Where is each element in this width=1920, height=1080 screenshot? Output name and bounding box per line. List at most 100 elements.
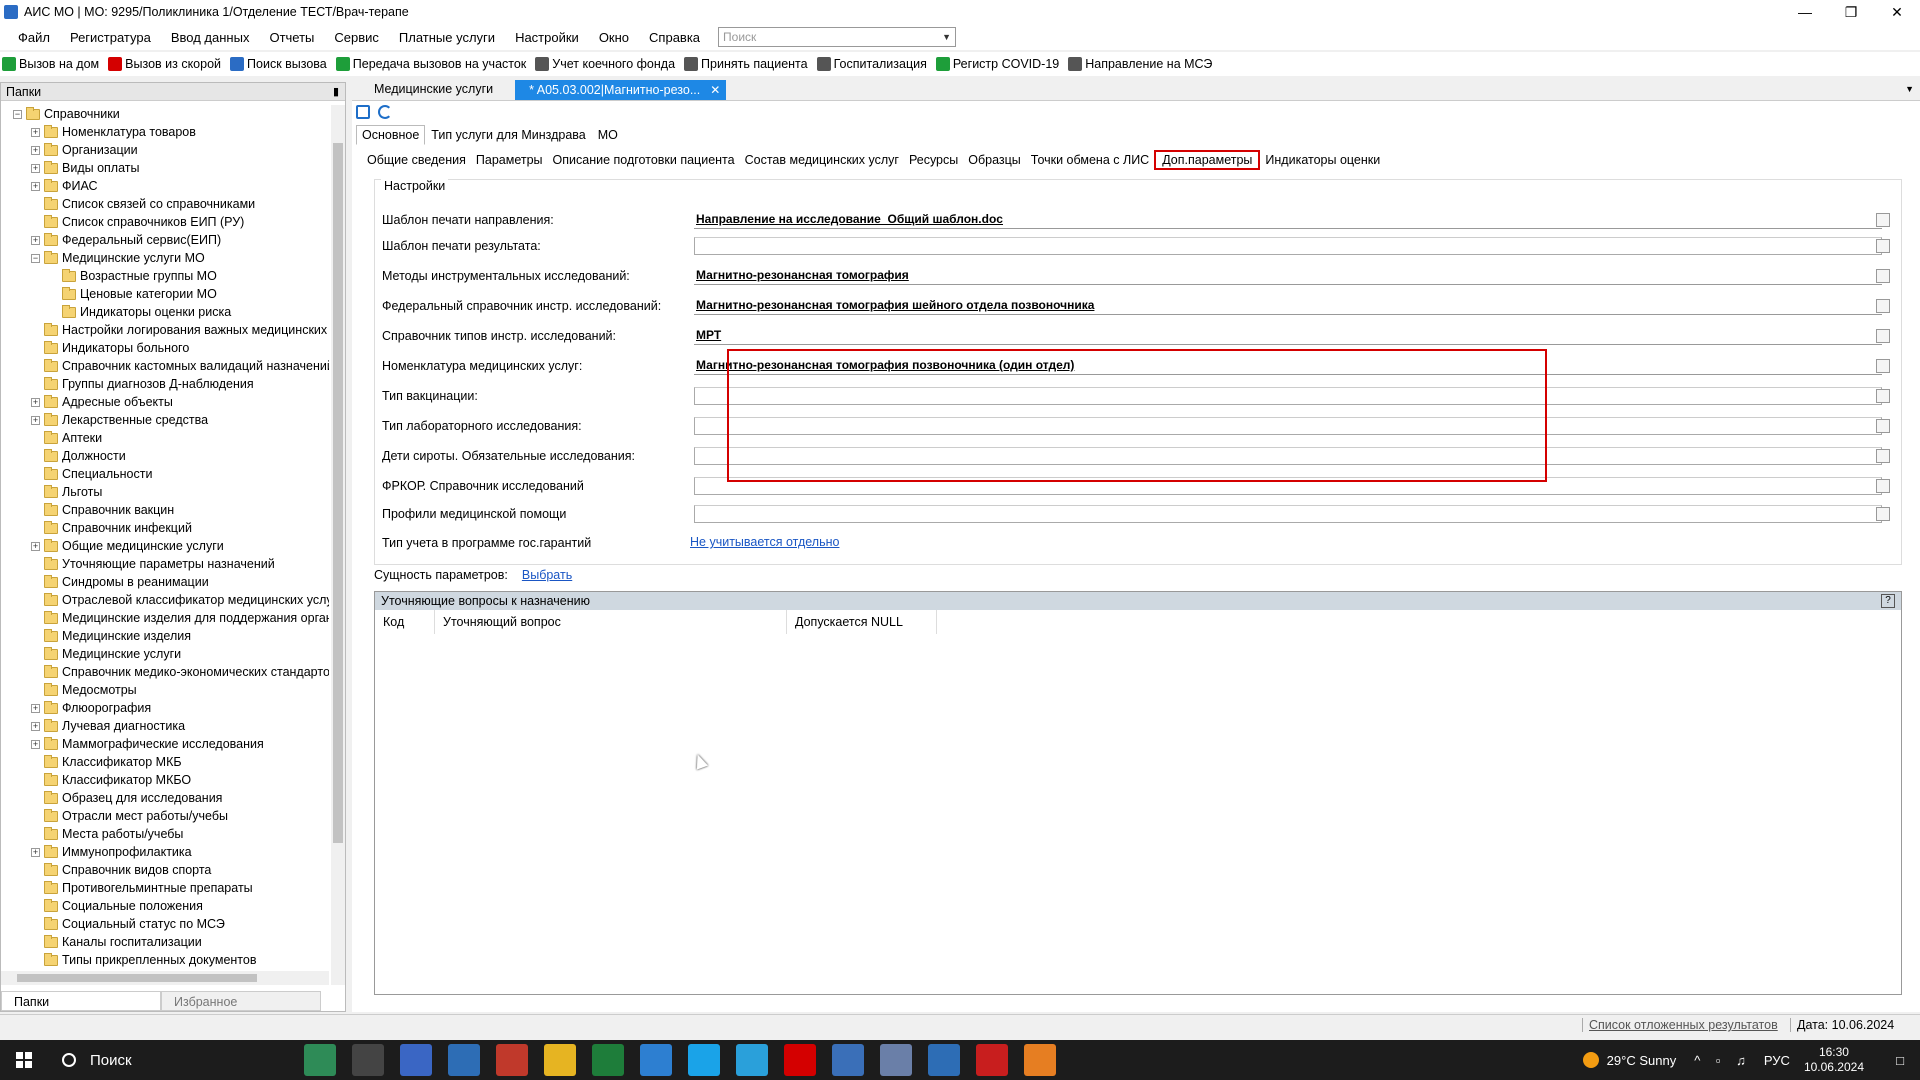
- clock[interactable]: 16:30 10.06.2024: [1804, 1045, 1864, 1075]
- tree-node[interactable]: + Общие медицинские услуги: [31, 537, 224, 555]
- menu-item-1[interactable]: Регистратура: [60, 30, 161, 45]
- pin-icon[interactable]: ▮: [333, 85, 339, 98]
- tree-node[interactable]: Синдромы в реанимации: [31, 573, 209, 591]
- tree-node[interactable]: + Федеральный сервис(ЕИП): [31, 231, 221, 249]
- app-icon-ais[interactable]: [400, 1044, 432, 1076]
- notification-icon[interactable]: □: [1880, 1053, 1920, 1068]
- menu-item-0[interactable]: Файл: [8, 30, 60, 45]
- tree-node[interactable]: + Иммунопрофилактика: [31, 843, 192, 861]
- chevron-down-icon[interactable]: ▼: [942, 32, 951, 42]
- col-null[interactable]: Допускается NULL: [787, 610, 937, 634]
- toolbar-button-8[interactable]: Направление на МСЭ: [1068, 57, 1212, 71]
- tree-node[interactable]: Ценовые категории МО: [49, 285, 217, 303]
- tree-node[interactable]: + Лекарственные средства: [31, 411, 208, 429]
- close-button[interactable]: ✕: [1874, 0, 1920, 24]
- menu-item-8[interactable]: Справка: [639, 30, 710, 45]
- excel-icon[interactable]: [592, 1044, 624, 1076]
- tree-node[interactable]: + Организации: [31, 141, 138, 159]
- col-question[interactable]: Уточняющий вопрос: [435, 610, 787, 634]
- tree-node[interactable]: − Справочники: [13, 105, 120, 123]
- tree-node[interactable]: + Лучевая диагностика: [31, 717, 185, 735]
- sub-tab-7[interactable]: Доп.параметры: [1154, 150, 1261, 170]
- toolbar-button-0[interactable]: Вызов на дом: [2, 57, 99, 71]
- tree-node[interactable]: Медицинские изделия: [31, 627, 191, 645]
- tree-node[interactable]: Индикаторы больного: [31, 339, 189, 357]
- sub-tab-4[interactable]: Ресурсы: [904, 151, 963, 169]
- field-value[interactable]: Магнитно-резонансная томография шейного …: [694, 297, 1882, 315]
- expand-toggle-icon[interactable]: +: [31, 235, 40, 245]
- toolbar-button-5[interactable]: Принять пациента: [684, 57, 808, 71]
- close-tab-icon[interactable]: ✕: [710, 83, 720, 97]
- expand-toggle-icon[interactable]: +: [31, 721, 40, 731]
- tree-node[interactable]: Настройки логирования важных медицинских…: [31, 321, 329, 339]
- toolbar-button-3[interactable]: Передача вызовов на участок: [335, 57, 526, 71]
- tree-node[interactable]: Медицинские услуги: [31, 645, 181, 663]
- expand-toggle-icon[interactable]: +: [31, 181, 40, 191]
- field-value[interactable]: [694, 505, 1882, 523]
- field-value[interactable]: [694, 237, 1882, 255]
- field-select-button[interactable]: [1876, 449, 1890, 463]
- tree-node[interactable]: − Медицинские услуги МО: [31, 249, 205, 267]
- minimize-button[interactable]: —: [1782, 0, 1828, 24]
- expand-toggle-icon[interactable]: −: [13, 109, 22, 119]
- tab-folders[interactable]: Папки: [1, 991, 161, 1011]
- tree-node[interactable]: Справочник вакцин: [31, 501, 174, 519]
- start-button[interactable]: [0, 1040, 48, 1080]
- toolbar-button-6[interactable]: Госпитализация: [816, 57, 927, 71]
- tree-node[interactable]: Справочник инфекций: [31, 519, 192, 537]
- deferred-results-link[interactable]: Список отложенных результатов: [1582, 1018, 1778, 1032]
- field-select-button[interactable]: [1876, 359, 1890, 373]
- tree-node[interactable]: Справочник кастомных валидаций назначени…: [31, 357, 329, 375]
- tree-node[interactable]: + Виды оплаты: [31, 159, 139, 177]
- tree-node[interactable]: Специальности: [31, 465, 152, 483]
- top-tab-1[interactable]: Тип услуги для Минздрава: [425, 125, 591, 145]
- tree-node[interactable]: Медицинские изделия для поддержания орга…: [31, 609, 329, 627]
- gos-value-link[interactable]: Не учитывается отдельно: [690, 535, 839, 549]
- app-icon-scenery[interactable]: [304, 1044, 336, 1076]
- tree-node[interactable]: Индикаторы оценки риска: [49, 303, 231, 321]
- entity-select-link[interactable]: Выбрать: [522, 568, 572, 582]
- field-select-button[interactable]: [1876, 329, 1890, 343]
- tree-horizontal-scrollbar[interactable]: [1, 971, 329, 985]
- calculator-icon[interactable]: [448, 1044, 480, 1076]
- doc-tab-active[interactable]: * A05.03.002|Магнитно-резо... ✕: [515, 80, 727, 100]
- expand-toggle-icon[interactable]: +: [31, 127, 40, 137]
- tree-node[interactable]: Медосмотры: [31, 681, 137, 699]
- expand-toggle-icon[interactable]: +: [31, 703, 40, 713]
- app-icon-windows[interactable]: [880, 1044, 912, 1076]
- tree-node[interactable]: Список связей со справочниками: [31, 195, 255, 213]
- expand-toggle-icon[interactable]: +: [31, 847, 40, 857]
- sub-tab-3[interactable]: Состав медицинских услуг: [740, 151, 904, 169]
- tree-node[interactable]: Места работы/учебы: [31, 825, 183, 843]
- tree-node[interactable]: Группы диагнозов Д-наблюдения: [31, 375, 254, 393]
- tree-node[interactable]: Справочник медико-экономических стандарт…: [31, 663, 329, 681]
- toolbar-button-7[interactable]: Регистр COVID-19: [935, 57, 1059, 71]
- taskbar-search[interactable]: Поиск: [48, 1040, 264, 1080]
- field-select-button[interactable]: [1876, 479, 1890, 493]
- pdf-icon[interactable]: [976, 1044, 1008, 1076]
- app-icon-remote[interactable]: [832, 1044, 864, 1076]
- tree-node[interactable]: Льготы: [31, 483, 102, 501]
- expand-toggle-icon[interactable]: +: [31, 541, 40, 551]
- sub-tab-6[interactable]: Точки обмена с ЛИС: [1026, 151, 1154, 169]
- tree-node[interactable]: Классификатор МКБО: [31, 771, 191, 789]
- toolbar-button-2[interactable]: Поиск вызова: [230, 57, 327, 71]
- menu-item-2[interactable]: Ввод данных: [161, 30, 260, 45]
- refresh-icon[interactable]: [378, 105, 392, 119]
- save-icon[interactable]: [356, 105, 370, 119]
- sub-tab-8[interactable]: Индикаторы оценки: [1260, 151, 1385, 169]
- field-select-button[interactable]: [1876, 239, 1890, 253]
- tree-node[interactable]: + Флюорография: [31, 699, 151, 717]
- doc-tab-med-services[interactable]: Медицинские услуги: [352, 80, 515, 100]
- tab-favorites[interactable]: Избранное: [161, 991, 321, 1011]
- tabs-menu-icon[interactable]: ▼: [1905, 84, 1914, 94]
- tree-node[interactable]: Социальные положения: [31, 897, 203, 915]
- menu-item-7[interactable]: Окно: [589, 30, 639, 45]
- tree-node[interactable]: Аптеки: [31, 429, 102, 447]
- toolbar-button-1[interactable]: Вызов из скорой: [108, 57, 221, 71]
- sub-tab-5[interactable]: Образцы: [963, 151, 1026, 169]
- sub-tab-2[interactable]: Описание подготовки пациента: [548, 151, 740, 169]
- tree-node[interactable]: Противогельминтные препараты: [31, 879, 253, 897]
- tree-node[interactable]: Должности: [31, 447, 126, 465]
- field-select-button[interactable]: [1876, 419, 1890, 433]
